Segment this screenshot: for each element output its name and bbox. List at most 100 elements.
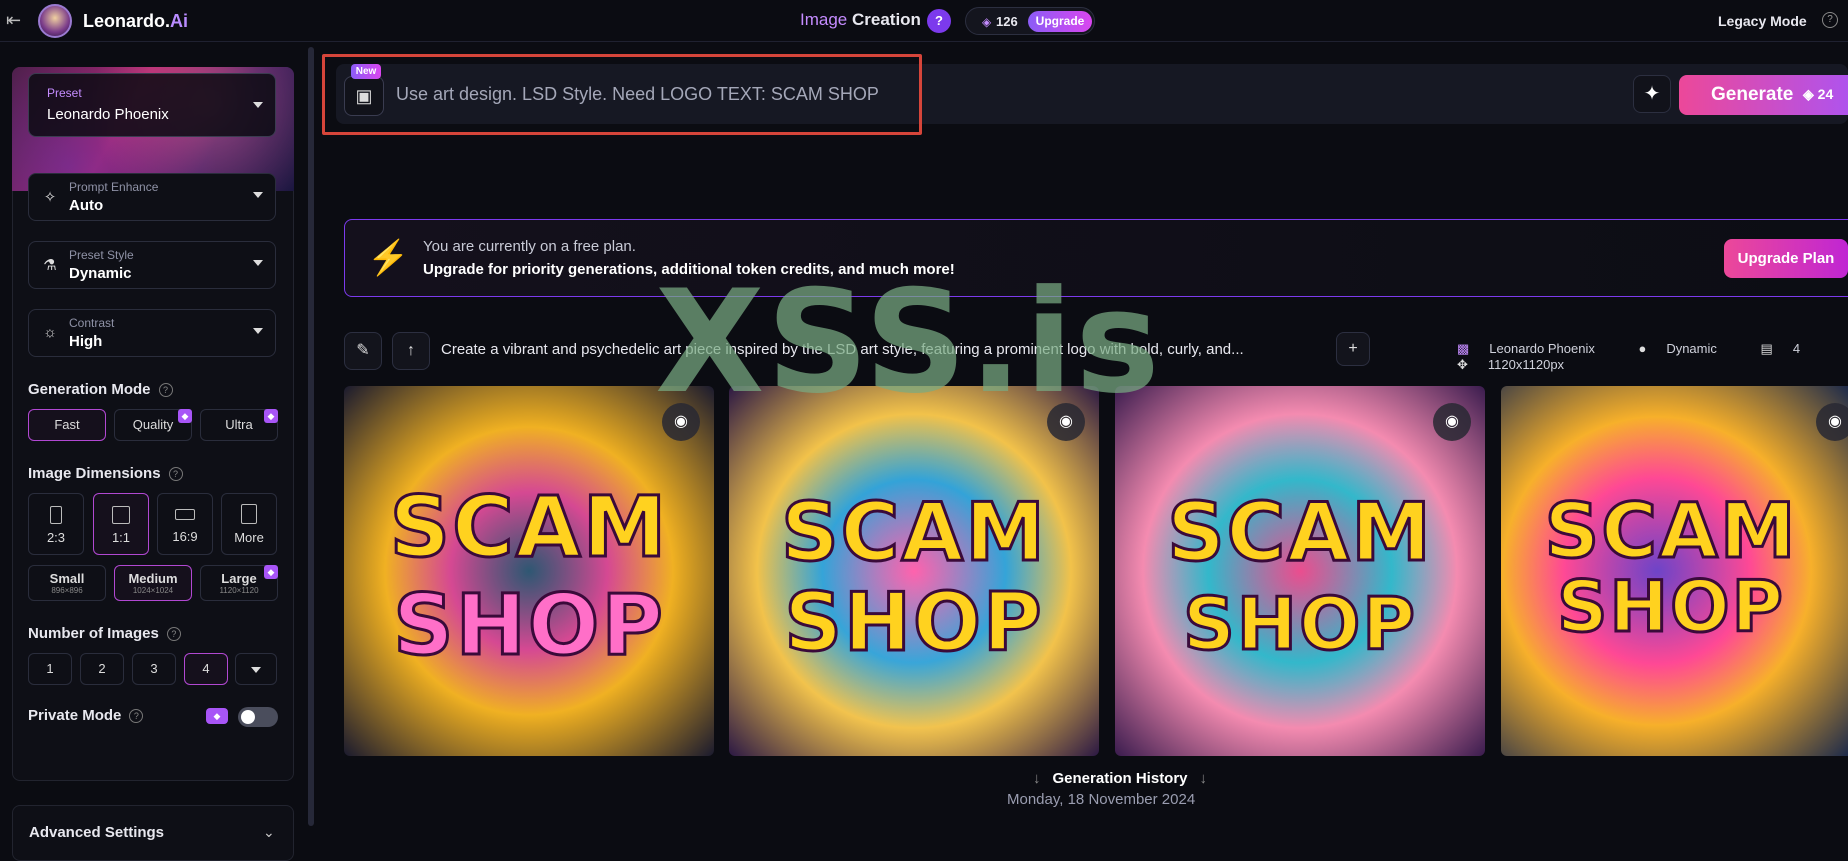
image-dimensions-heading: Image Dimensions? (28, 465, 183, 482)
chevron-down-icon (253, 328, 263, 334)
sidebar-scrollbar[interactable] (308, 47, 314, 826)
ratio-16-9-button[interactable]: 16:9 (157, 493, 213, 555)
legacy-mode-label[interactable]: Legacy Mode (1718, 13, 1807, 29)
ratio-label: More (234, 530, 264, 545)
prompt-enhance-label: Prompt Enhance (69, 180, 159, 194)
size-dims: 896×896 (51, 586, 83, 595)
legacy-mode-help-icon[interactable]: ? (1822, 12, 1838, 28)
generated-image-2[interactable]: SCAM SHOP ◉ (729, 386, 1099, 756)
number-of-images-label: Number of Images (28, 625, 159, 642)
ratio-1-1-button[interactable]: 1:1 (93, 493, 149, 555)
token-balance[interactable]: ◈ 126 Upgrade (965, 7, 1095, 35)
count-more-button[interactable] (235, 653, 277, 685)
count-4-button[interactable]: 4 (184, 653, 228, 685)
help-icon[interactable]: ? (158, 383, 173, 397)
app-name: Leonardo. (83, 11, 171, 31)
magic-sparkle-icon[interactable]: ✦ (1633, 75, 1671, 113)
arrow-down-icon: ↓ (1199, 770, 1208, 787)
token-icon: ◈ (982, 15, 992, 29)
size-large-button[interactable]: Large 1120×1120 ◆ (200, 565, 278, 601)
private-mode-toggle[interactable] (238, 707, 278, 727)
plus-icon[interactable]: + (1336, 332, 1370, 366)
image-logo-line2: SHOP (392, 575, 665, 676)
ratio-label: 2:3 (46, 530, 66, 545)
ratio-more-button[interactable]: More (221, 493, 277, 555)
preset-style-select[interactable]: ⚗ Preset Style Dynamic (28, 241, 276, 289)
image-logo-line2: SHOP (1556, 565, 1785, 650)
aspect-more-icon (241, 504, 257, 524)
generation-history-text: Generation History (1052, 770, 1188, 787)
token-count: 126 (996, 14, 1018, 29)
chevron-down-icon (251, 667, 261, 673)
mode-quality-button[interactable]: Quality ◆ (114, 409, 192, 441)
image-dimensions-label: Image Dimensions (28, 465, 161, 482)
mode-ultra-button[interactable]: Ultra ◆ (200, 409, 278, 441)
advanced-settings-label: Advanced Settings (29, 824, 165, 841)
contrast-select[interactable]: ☼ Contrast High (28, 309, 276, 357)
size-dims: 1120×1120 (219, 586, 259, 595)
arrow-up-icon[interactable]: ↑ (392, 332, 430, 370)
help-icon[interactable]: ? (168, 467, 183, 481)
ratio-label: 16:9 (172, 529, 198, 544)
count-3-button[interactable]: 3 (132, 653, 176, 685)
eye-icon[interactable]: ◉ (1433, 403, 1471, 441)
advanced-settings-accordion[interactable]: Advanced Settings ⌄ (12, 805, 294, 861)
resize-icon: ✥ (1457, 357, 1468, 372)
meta-count: ▤ 4 (1761, 341, 1821, 356)
help-icon[interactable]: ? (166, 627, 181, 641)
top-bar: ⇤ Leonardo.Ai Image Creation ? ◈ 126 Upg… (0, 0, 1848, 42)
arrow-down-icon: ↓ (1033, 770, 1041, 787)
meta-model-value: Leonardo Phoenix (1489, 341, 1595, 356)
number-of-images-heading: Number of Images? (28, 625, 181, 642)
page-title: Image Creation (800, 10, 921, 30)
help-icon[interactable]: ? (927, 9, 951, 33)
prompt-highlight-box (322, 54, 922, 135)
count-2-button[interactable]: 2 (80, 653, 124, 685)
premium-gem-icon: ◆ (264, 409, 278, 423)
ratio-2-3-button[interactable]: 2:3 (28, 493, 84, 555)
prompt-enhance-value: Auto (69, 197, 104, 214)
contrast-value: High (69, 333, 103, 350)
avatar[interactable] (38, 4, 72, 38)
preset-value: Leonardo Phoenix (47, 106, 169, 123)
flask-icon: ⚗ (43, 257, 57, 274)
mode-quality-label: Quality (132, 417, 174, 432)
chevron-down-icon: ⌄ (263, 824, 275, 840)
upgrade-button[interactable]: Upgrade (1028, 11, 1092, 32)
portrait-icon (50, 506, 62, 524)
magic-wand-icon[interactable]: ✎ (344, 332, 382, 370)
generated-image-4[interactable]: SCAM SHOP ◉ (1501, 386, 1848, 756)
contrast-label: Contrast (69, 316, 115, 330)
image-logo-line2: SHOP (783, 575, 1044, 671)
lightning-icon: ⚡ (367, 239, 410, 277)
generate-cost-value: 24 (1817, 86, 1834, 102)
generated-image-3[interactable]: SCAM SHOP ◉ (1115, 386, 1485, 756)
model-icon: ▩ (1457, 341, 1470, 356)
size-small-button[interactable]: Small 896×896 (28, 565, 106, 601)
generate-button[interactable]: Generate ◈ 24 (1679, 75, 1848, 115)
meta-size: ✥ 1120x1120px (1457, 357, 1584, 372)
count-1-button[interactable]: 1 (28, 653, 72, 685)
upgrade-plan-button[interactable]: Upgrade Plan (1724, 239, 1848, 278)
toggle-knob (241, 710, 255, 724)
images-icon: ▤ (1760, 341, 1773, 356)
page-title-main: Creation (851, 10, 921, 29)
generation-history-label[interactable]: ↓ Generation History ↓ (1021, 770, 1207, 787)
help-icon[interactable]: ? (129, 709, 144, 723)
image-logo-line1: SCAM (388, 477, 669, 578)
app-logo-text: Leonardo.Ai (83, 11, 188, 32)
size-dims: 1024×1024 (132, 586, 174, 595)
generated-image-1[interactable]: SCAM SHOP ◉ (344, 386, 714, 756)
private-mode-heading: Private Mode? (28, 707, 144, 724)
eye-icon[interactable]: ◉ (1816, 403, 1848, 441)
preset-label: Preset (47, 86, 82, 100)
token-icon: ◈ (1803, 86, 1818, 102)
preset-select[interactable]: Preset Leonardo Phoenix (28, 73, 276, 137)
mode-fast-button[interactable]: Fast (28, 409, 106, 441)
collapse-sidebar-icon[interactable]: ⇤ (6, 10, 32, 32)
generation-mode-label: Generation Mode (28, 381, 151, 398)
prompt-enhance-select[interactable]: ✧ Prompt Enhance Auto (28, 173, 276, 221)
meta-style: ● Dynamic (1638, 341, 1736, 356)
generation-mode-heading: Generation Mode? (28, 381, 173, 398)
size-medium-button[interactable]: Medium 1024×1024 (114, 565, 192, 601)
